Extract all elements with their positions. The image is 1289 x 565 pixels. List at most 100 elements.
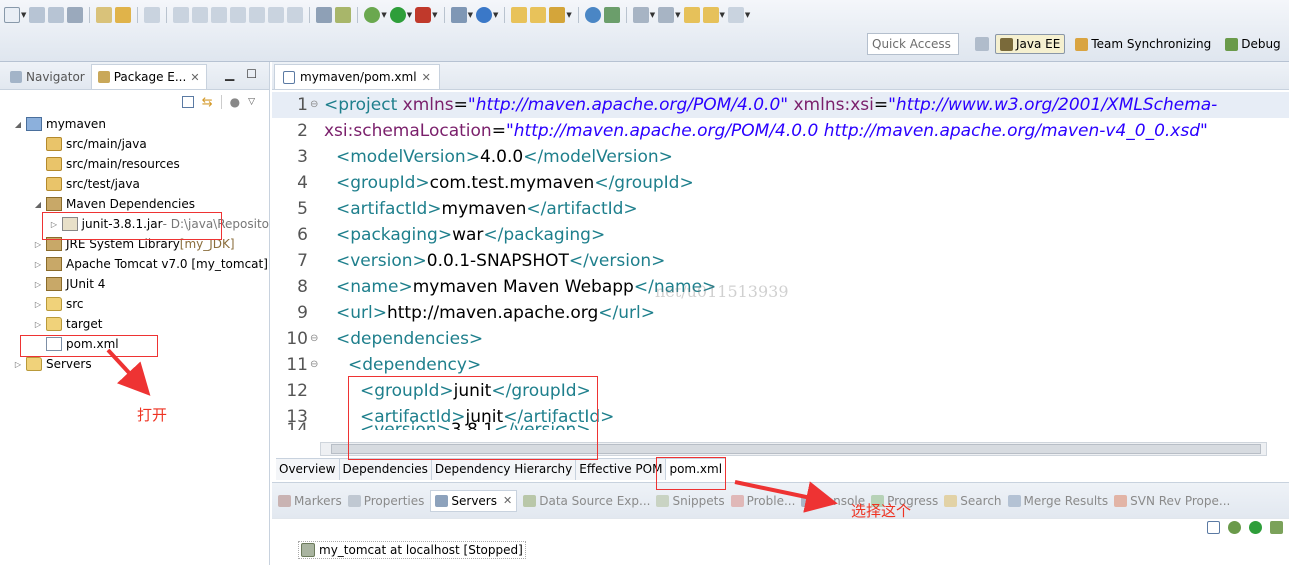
view-menu-icon[interactable]: ▽: [248, 97, 255, 107]
collapse-all-icon[interactable]: [181, 96, 194, 108]
fold-icon[interactable]: ⊖: [310, 352, 322, 378]
skip-breakpoints-icon[interactable]: [144, 7, 161, 23]
debug-icon[interactable]: [364, 7, 381, 23]
tab-dependencies[interactable]: Dependencies: [339, 459, 432, 480]
dropdown-arrow-icon[interactable]: ▼: [745, 11, 750, 19]
dropdown-arrow-icon[interactable]: ▼: [21, 11, 26, 19]
fold-icon[interactable]: ⊖: [310, 326, 322, 352]
server-entry[interactable]: my_tomcat at localhost [Stopped]: [298, 541, 526, 559]
collapse-icon[interactable]: ▷: [12, 360, 24, 369]
link-with-editor-icon[interactable]: ⇆: [202, 95, 213, 110]
tab-svn-rev[interactable]: SVN Rev Prope...: [1114, 494, 1230, 508]
quick-access-input[interactable]: Quick Access: [867, 33, 959, 55]
tree-item-src-main-java[interactable]: src/main/java: [0, 134, 269, 154]
tab-data-source[interactable]: Data Source Exp...: [523, 494, 650, 508]
tree-item-src-test-java[interactable]: src/test/java: [0, 174, 269, 194]
collapse-icon[interactable]: ▷: [32, 240, 44, 249]
collapse-icon[interactable]: ▷: [32, 260, 44, 269]
menu-list-icon[interactable]: [316, 7, 333, 23]
tab-overview[interactable]: Overview: [276, 459, 340, 480]
step-into-icon[interactable]: [249, 7, 266, 23]
tree-item-project[interactable]: ◢ mymaven: [0, 114, 269, 134]
dropdown-arrow-icon[interactable]: ▼: [407, 11, 412, 19]
fold-icon[interactable]: ⊖: [310, 92, 322, 118]
run-external-icon[interactable]: [415, 7, 432, 23]
collapse-icon[interactable]: ▷: [32, 320, 44, 329]
run-icon[interactable]: [389, 7, 406, 23]
resume-icon[interactable]: [173, 7, 190, 23]
perspective-java-ee[interactable]: Java EE: [995, 34, 1066, 54]
perspective-bar: Java EE Team Synchronizing Debug: [975, 32, 1285, 56]
tab-properties[interactable]: Properties: [347, 494, 424, 508]
expand-icon[interactable]: ◢: [32, 200, 44, 209]
editor-tab-pom[interactable]: mymaven/pom.xml ✕: [274, 64, 440, 89]
start-server-icon[interactable]: [1249, 521, 1262, 534]
tree-item-target[interactable]: ▷ target: [0, 314, 269, 334]
dropdown-arrow-icon[interactable]: ▼: [566, 11, 571, 19]
tree-item-src-main-resources[interactable]: src/main/resources: [0, 154, 269, 174]
minimize-icon[interactable]: ▁: [225, 67, 234, 81]
tree-item-servers[interactable]: ▷ Servers: [0, 354, 269, 374]
tab-package-explorer[interactable]: Package E... ✕: [90, 64, 207, 89]
expand-icon[interactable]: ◢: [12, 120, 24, 129]
dropdown-arrow-icon[interactable]: ▼: [675, 11, 680, 19]
new-icon[interactable]: [4, 7, 20, 23]
maximize-icon[interactable]: ☐: [246, 67, 257, 81]
tree-item-junit4[interactable]: ▷ JUnit 4: [0, 274, 269, 294]
open-project-icon[interactable]: [530, 7, 547, 23]
tab-merge-results[interactable]: Merge Results: [1007, 494, 1108, 508]
tab-problems[interactable]: Proble...: [730, 494, 795, 508]
perspective-team-sync[interactable]: Team Synchronizing: [1071, 35, 1215, 53]
tree-item-tomcat[interactable]: ▷ Apache Tomcat v7.0 [my_tomcat]: [0, 254, 269, 274]
close-icon[interactable]: ✕: [503, 494, 512, 507]
save-icon[interactable]: [29, 7, 46, 23]
tree-item-src[interactable]: ▷ src: [0, 294, 269, 314]
profile-server-icon[interactable]: [1270, 521, 1283, 534]
tab-servers[interactable]: Servers ✕: [430, 489, 518, 512]
open-type-icon[interactable]: [96, 7, 113, 23]
dropdown-arrow-icon[interactable]: ▼: [468, 11, 473, 19]
dropdown-arrow-icon[interactable]: ▼: [720, 11, 725, 19]
open-resource-icon[interactable]: [115, 7, 132, 23]
disconnect-icon[interactable]: [230, 7, 247, 23]
forward-icon[interactable]: [727, 7, 744, 23]
tab-effective-pom[interactable]: Effective POM: [576, 459, 667, 480]
save-all-icon[interactable]: [48, 7, 65, 23]
tab-navigator[interactable]: Navigator: [4, 65, 91, 89]
back-icon[interactable]: [702, 7, 719, 23]
open-perspective-icon[interactable]: [975, 37, 989, 51]
dropdown-arrow-icon[interactable]: ▼: [432, 11, 437, 19]
terminate-icon[interactable]: [211, 7, 228, 23]
last-edit-icon[interactable]: [683, 7, 700, 23]
step-over-icon[interactable]: [268, 7, 285, 23]
open-folder-icon[interactable]: [511, 7, 528, 23]
suspend-icon[interactable]: [192, 7, 209, 23]
dropdown-arrow-icon[interactable]: ▼: [381, 11, 386, 19]
globe-icon[interactable]: [584, 7, 601, 23]
step-return-icon[interactable]: [287, 7, 304, 23]
collapse-icon[interactable]: ▷: [32, 300, 44, 309]
next-annotation-icon[interactable]: [632, 7, 649, 23]
filter-icon[interactable]: ●: [230, 95, 240, 109]
window-icon[interactable]: [1207, 521, 1220, 534]
new-class-icon[interactable]: [475, 7, 492, 23]
close-icon[interactable]: ✕: [422, 71, 431, 84]
debug-server-icon[interactable]: [1228, 521, 1241, 534]
perspective-debug[interactable]: Debug: [1221, 35, 1284, 53]
dropdown-arrow-icon[interactable]: ▼: [650, 11, 655, 19]
print-icon[interactable]: [67, 7, 84, 23]
tab-markers[interactable]: Markers: [278, 494, 342, 508]
tab-dependency-hierarchy[interactable]: Dependency Hierarchy: [431, 459, 577, 480]
tree-item-maven-dependencies[interactable]: ◢ Maven Dependencies: [0, 194, 269, 214]
new-server-icon[interactable]: [450, 7, 467, 23]
prev-annotation-icon[interactable]: [658, 7, 675, 23]
close-icon[interactable]: ✕: [190, 71, 199, 84]
tree-label: src/main/java: [66, 137, 147, 151]
sync-icon[interactable]: [603, 7, 620, 23]
search-tool-icon[interactable]: [549, 7, 566, 23]
coverage-icon[interactable]: [335, 7, 352, 23]
collapse-icon[interactable]: ▷: [32, 280, 44, 289]
tab-search[interactable]: Search: [944, 494, 1002, 508]
dropdown-arrow-icon[interactable]: ▼: [493, 11, 498, 19]
tab-snippets[interactable]: Snippets: [656, 494, 725, 508]
